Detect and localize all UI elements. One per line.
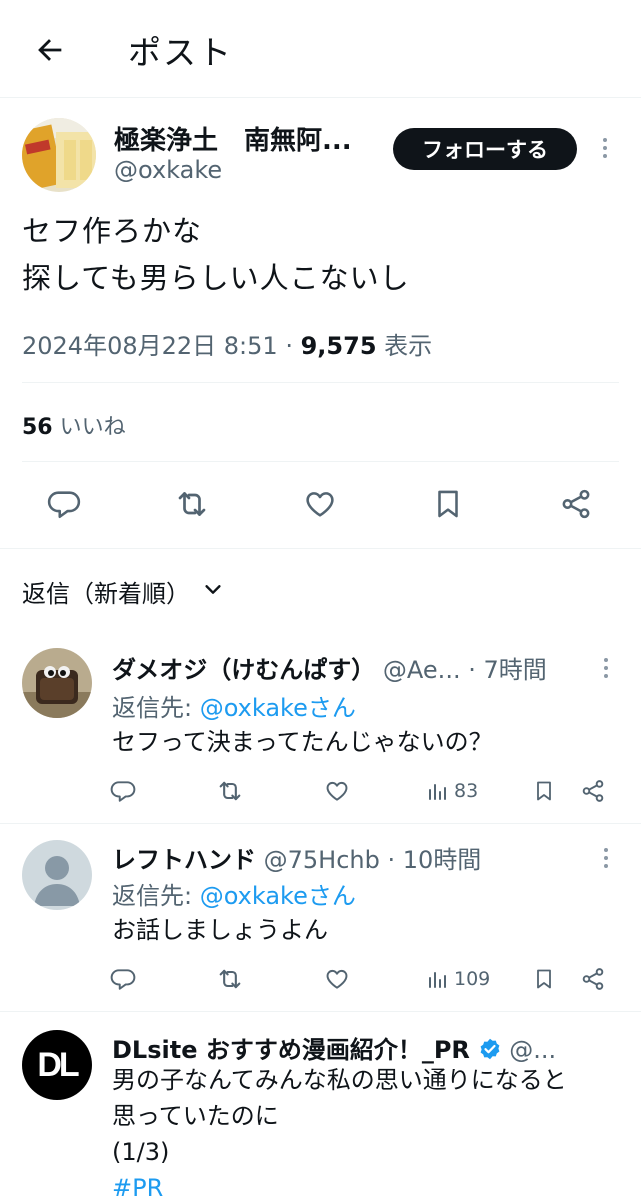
follow-button[interactable]: フォローする xyxy=(393,128,577,170)
comment-icon[interactable] xyxy=(44,484,84,524)
reply-time[interactable]: · 10時間 xyxy=(388,846,482,874)
divider xyxy=(0,1011,641,1012)
reply-to-prefix: 返信先: xyxy=(112,882,200,910)
post-actions xyxy=(0,484,641,526)
views-stat[interactable]: 109 xyxy=(426,964,490,994)
bar-chart-icon xyxy=(429,972,446,988)
retweet-icon[interactable] xyxy=(216,776,244,806)
avatar-logo-text: DL xyxy=(37,1045,79,1084)
reply-actions: 109 xyxy=(0,964,641,994)
reply-to-line: 返信先: @oxkakeさん xyxy=(112,876,356,911)
author-handle[interactable]: @oxkake xyxy=(114,156,222,184)
share-icon[interactable] xyxy=(580,964,606,994)
divider xyxy=(0,823,641,824)
comment-icon[interactable] xyxy=(110,776,136,806)
top-bar: ポスト xyxy=(0,0,641,98)
share-icon[interactable] xyxy=(556,484,596,524)
author-name[interactable]: 極楽浄土 南無阿... xyxy=(114,120,374,157)
bookmark-icon[interactable] xyxy=(428,484,468,524)
reply-author-name[interactable]: ダメオジ（けむんぱす） xyxy=(112,656,375,684)
post-date[interactable]: 2024年08月22日 8:51 xyxy=(22,332,278,360)
comment-icon[interactable] xyxy=(110,964,136,994)
heart-icon[interactable] xyxy=(300,484,340,524)
heart-icon[interactable] xyxy=(324,964,350,994)
reply-header: レフトハンド @75Hchb · 10時間 xyxy=(112,840,582,875)
reply-to-link[interactable]: @oxkakeさん xyxy=(200,882,356,910)
sort-label: 返信（新着順） xyxy=(22,580,190,608)
reply-avatar[interactable] xyxy=(22,840,92,910)
post-text: セフ作ろかな 探しても男らしい人こないし xyxy=(22,214,410,295)
author-avatar[interactable] xyxy=(22,118,96,192)
reply-sort-selector[interactable]: 返信（新着順） xyxy=(22,574,224,609)
reply-to-link[interactable]: @oxkakeさん xyxy=(200,694,356,722)
arrow-left-icon[interactable] xyxy=(30,30,70,70)
views-stat[interactable]: 83 xyxy=(426,776,478,806)
section-divider xyxy=(0,548,641,549)
reply-avatar[interactable] xyxy=(22,648,92,718)
view-count: 9,575 xyxy=(300,332,377,360)
likes-label: いいね xyxy=(59,415,126,440)
reply-avatar[interactable]: DL xyxy=(22,1030,92,1100)
reply-author-name[interactable]: レフトハンド xyxy=(112,846,256,874)
more-options-icon[interactable] xyxy=(594,134,616,164)
chevron-down-icon xyxy=(202,578,224,606)
page-title: ポスト xyxy=(128,33,233,72)
likes-stat[interactable]: 56 いいね xyxy=(22,409,126,441)
divider xyxy=(22,461,619,462)
bookmark-icon[interactable] xyxy=(532,964,556,994)
post-meta: 2024年08月22日 8:51 · 9,575 表示 xyxy=(22,326,432,361)
more-options-icon[interactable] xyxy=(596,654,616,682)
divider xyxy=(22,382,619,383)
retweet-icon[interactable] xyxy=(172,484,212,524)
reply-author-name[interactable]: DLsite おすすめ漫画紹介！_PR xyxy=(112,1036,470,1064)
meta-separator: · xyxy=(285,332,293,360)
reply-text: 男の子なんてみんな私の思い通りになると 思っていたのに (1/3) xyxy=(112,1066,567,1166)
reply-header: ダメオジ（けむんぱす） @Ae... · 7時間 xyxy=(112,650,582,685)
reply-time[interactable]: · 7時間 xyxy=(468,656,547,684)
reply-actions: 83 xyxy=(0,776,641,806)
view-label: 表示 xyxy=(384,332,433,360)
reply-author-handle[interactable]: @... xyxy=(509,1036,556,1064)
likes-count: 56 xyxy=(22,415,53,440)
views-count: 109 xyxy=(454,968,491,990)
heart-icon[interactable] xyxy=(324,776,350,806)
reply-to-line: 返信先: @oxkakeさん xyxy=(112,688,356,723)
views-count: 83 xyxy=(454,780,479,802)
hashtag-link[interactable]: #PR xyxy=(112,1170,163,1200)
more-options-icon[interactable] xyxy=(596,844,616,872)
reply-text: お話しましょうよん xyxy=(112,916,328,944)
reply-author-handle[interactable]: @75Hchb xyxy=(264,846,380,874)
retweet-icon[interactable] xyxy=(216,964,244,994)
reply-to-prefix: 返信先: xyxy=(112,694,200,722)
bookmark-icon[interactable] xyxy=(532,776,556,806)
share-icon[interactable] xyxy=(580,776,606,806)
bar-chart-icon xyxy=(429,784,446,800)
reply-text: セフって決まってたんじゃないの？ xyxy=(112,728,493,756)
reply-author-handle[interactable]: @Ae... xyxy=(383,656,461,684)
